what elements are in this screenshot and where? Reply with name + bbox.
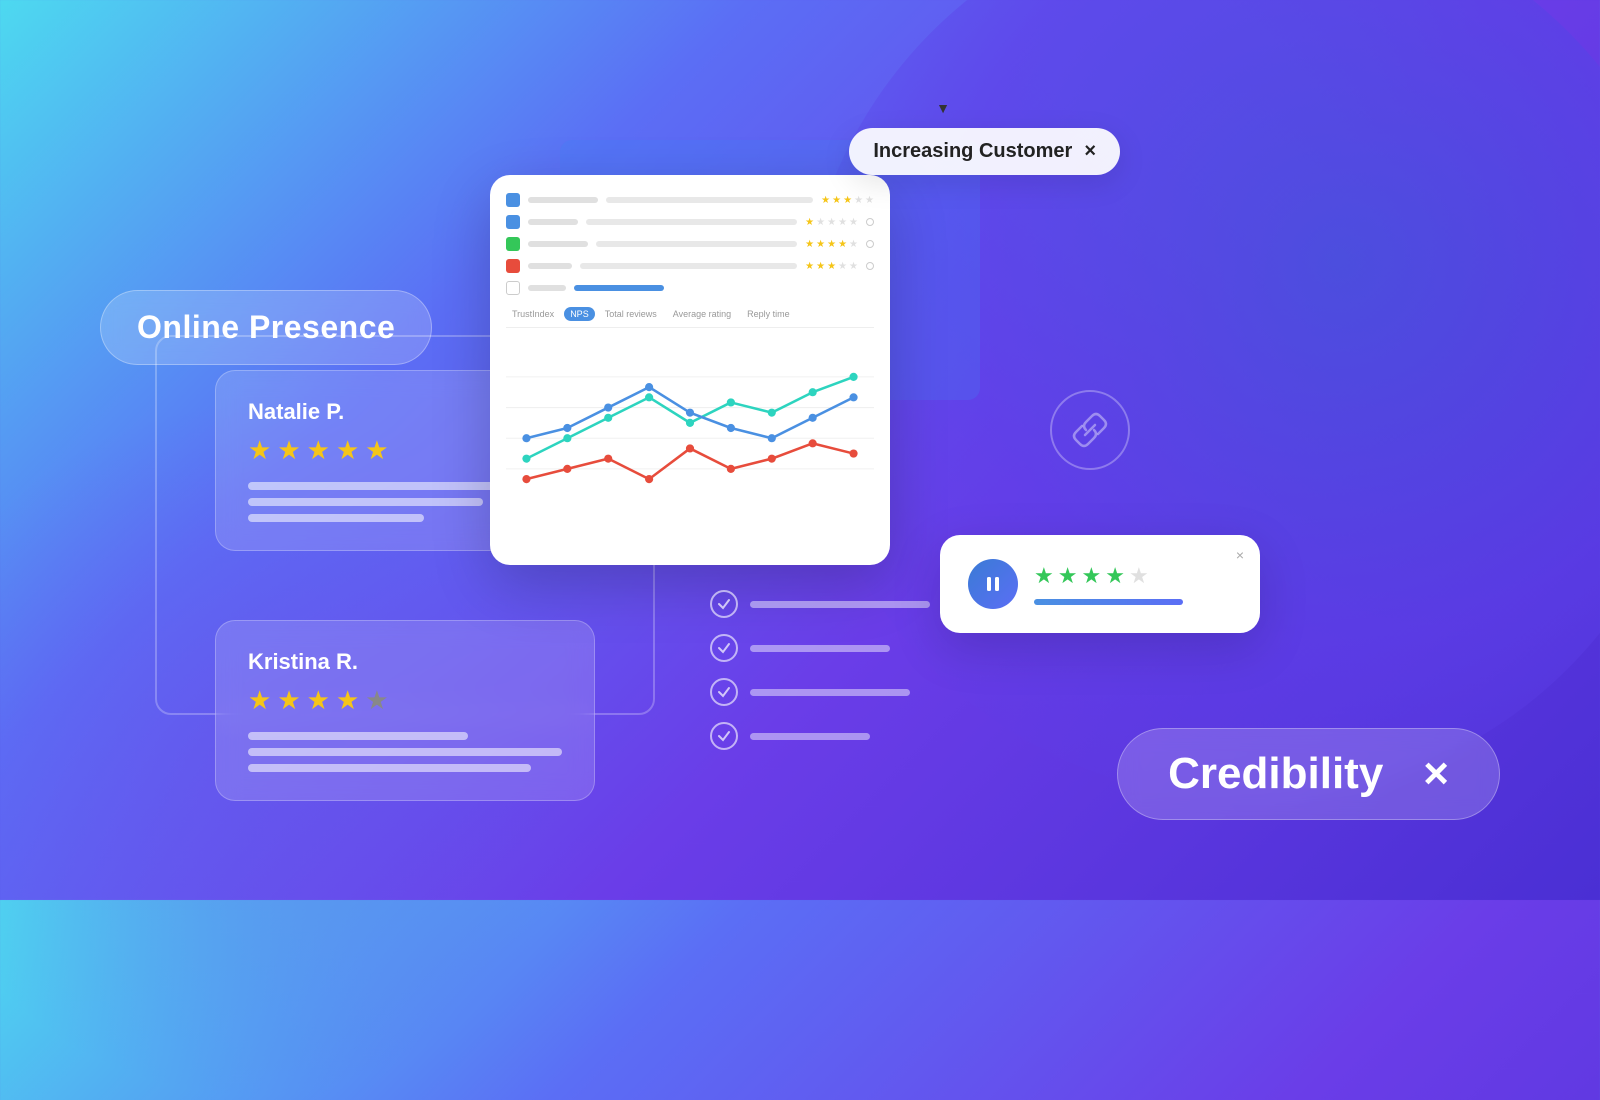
review-line-1 [248,732,468,740]
row-dot [866,218,874,226]
row-stars: ★ ★ ★ ★ ★ [805,239,858,250]
row-dot [866,240,874,248]
star-2: ★ [277,685,300,716]
rating-star-1: ★ [1034,563,1054,589]
kristina-review-lines [248,732,562,772]
rating-star-2: ★ [1058,563,1078,589]
rating-star-4: ★ [1105,563,1125,589]
row-checkbox-blue [506,215,520,229]
rating-card: × ★ ★ ★ ★ ★ [940,535,1260,633]
online-presence-badge: Online Presence [100,290,432,365]
star-3: ★ [307,685,330,716]
rating-content: ★ ★ ★ ★ ★ [1034,563,1232,605]
review-name-kristina: Kristina R. [248,649,562,675]
credibility-label: Credibility [1168,749,1383,799]
link-icon-circle [1050,390,1130,470]
row-checkbox-green [506,237,520,251]
tab-average-rating[interactable]: Average rating [667,307,737,321]
rating-card-close[interactable]: × [1236,547,1244,563]
review-line-3 [248,514,424,522]
row-label [528,197,598,203]
star-4: ★ [336,435,359,466]
increasing-customer-close[interactable]: × [1084,140,1096,163]
checklist-item [710,678,930,706]
dropdown-arrow: ▼ [936,100,950,116]
table-row: ★ ★ ★ ★ ★ [506,215,874,229]
chart-tabs: TrustIndex NPS Total reviews Average rat… [506,307,874,328]
check-circle [710,634,738,662]
row-bar [580,263,797,269]
review-line-2 [248,748,562,756]
checklist-line [750,645,890,652]
kristina-stars: ★ ★ ★ ★ ★ [248,685,562,716]
row-label [528,263,572,269]
review-line-3 [248,764,531,772]
tab-trustindex[interactable]: TrustIndex [506,307,560,321]
row-bar [586,219,797,225]
table-row: ★ ★ ★ ★ ★ [506,237,874,251]
pause-symbol [983,574,1003,594]
row-checkbox-red [506,259,520,273]
review-line-2 [248,498,483,506]
rating-progress-bar [1034,599,1183,605]
table-row: ★ ★ ★ ★ ★ [506,193,874,207]
table-row [506,281,874,295]
pause-icon [968,559,1018,609]
table-rows: ★ ★ ★ ★ ★ ★ ★ ★ ★ ★ [506,193,874,295]
star-5: ★ [365,435,388,466]
row-stars: ★ ★ ★ ★ ★ [821,195,874,206]
rating-stars: ★ ★ ★ ★ ★ [1034,563,1232,589]
line-chart [506,338,874,518]
check-circle [710,678,738,706]
check-icon [717,685,731,699]
rating-star-5-empty: ★ [1129,563,1149,589]
row-label [528,241,588,247]
checklist-item [710,634,930,662]
star-3: ★ [307,435,330,466]
check-circle [710,722,738,750]
checklist [710,590,930,750]
credibility-close[interactable]: × [1423,749,1449,799]
row-bar [606,197,813,203]
tab-reply-time[interactable]: Reply time [741,307,796,321]
star-5-empty: ★ [365,685,388,716]
review-card-kristina: Kristina R. ★ ★ ★ ★ ★ [215,620,595,801]
row-stars: ★ ★ ★ ★ ★ [805,261,858,272]
checklist-line [750,689,910,696]
check-icon [717,729,731,743]
progress-bar [574,285,664,291]
tab-nps[interactable]: NPS [564,307,595,321]
row-label [528,219,578,225]
rating-star-3: ★ [1081,563,1101,589]
checklist-item [710,722,930,750]
row-dot [866,262,874,270]
check-icon [717,641,731,655]
checklist-line [750,601,930,608]
tab-total-reviews[interactable]: Total reviews [599,307,663,321]
credibility-badge: Credibility × [1117,728,1500,820]
star-1: ★ [248,435,271,466]
row-label [528,285,566,291]
check-circle [710,590,738,618]
checklist-item [710,590,930,618]
row-checkbox-blue [506,193,520,207]
online-presence-label: Online Presence [137,309,395,345]
row-bar [596,241,797,247]
star-2: ★ [277,435,300,466]
star-4: ★ [336,685,359,716]
increasing-customer-label: Increasing Customer [873,140,1072,163]
link-icon [1070,410,1110,450]
increasing-customer-badge: Increasing Customer × [849,128,1120,175]
row-checkbox-empty [506,281,520,295]
table-row: ★ ★ ★ ★ ★ [506,259,874,273]
row-stars: ★ ★ ★ ★ ★ [805,217,858,228]
chart-card: ★ ★ ★ ★ ★ ★ ★ ★ ★ ★ [490,175,890,565]
check-icon [717,597,731,611]
star-1: ★ [248,685,271,716]
checklist-line [750,733,870,740]
